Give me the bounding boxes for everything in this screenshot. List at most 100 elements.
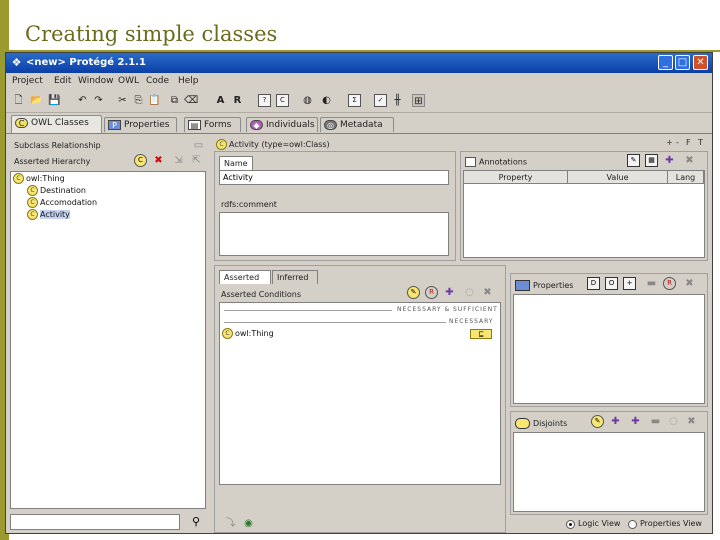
tree-node-accomodation[interactable]: C Accomodation xyxy=(27,197,97,209)
annotation-template-icon[interactable]: ▦ xyxy=(645,154,658,167)
menu-owl[interactable]: OWL xyxy=(118,76,139,86)
main-toolbar: 🗋 📂 💾 ↶ ↷ ✂ ⎘ 📋 ⧉ ⌫ A R ? C ◍ ◐ Σ ✓ ╫ ⊞ xyxy=(6,90,712,113)
cut-icon[interactable]: ✂ xyxy=(116,94,129,107)
class-icon: C xyxy=(27,197,38,208)
close-icon[interactable]: ✕ xyxy=(693,55,708,70)
globe-icon[interactable]: ◍ xyxy=(301,94,314,107)
execute-icon[interactable]: ◉ xyxy=(242,517,255,530)
menu-edit[interactable]: Edit xyxy=(54,76,71,86)
expand-icon[interactable]: ⇲ xyxy=(172,154,185,167)
classes-icon[interactable]: ◐ xyxy=(320,94,333,107)
open-project-icon[interactable]: 📂 xyxy=(30,94,43,107)
properties-view-radio[interactable] xyxy=(628,520,637,529)
add-disjoint-icon[interactable]: ✚ xyxy=(609,415,622,428)
remove-property-icon[interactable]: ▬ xyxy=(645,277,658,290)
name-panel: Name Activity rdfs:comment xyxy=(214,151,456,261)
check-consistency-icon[interactable]: ? xyxy=(258,94,271,107)
annotation-col-value[interactable]: Value xyxy=(568,171,668,184)
add-annotation-icon[interactable]: ✎ xyxy=(627,154,640,167)
menu-bar: Project Edit Window OWL Code Help xyxy=(6,73,712,90)
maximize-icon[interactable]: □ xyxy=(675,55,690,70)
insert-icon[interactable]: ⧉ xyxy=(168,94,181,107)
properties-list xyxy=(513,294,705,404)
undo-icon[interactable]: ↶ xyxy=(76,94,89,107)
menu-code[interactable]: Code xyxy=(146,76,169,86)
remove-all-disjoints-icon[interactable]: ◌ xyxy=(667,415,680,428)
delete-condition-icon[interactable]: ✖ xyxy=(481,286,494,299)
conditions-panel: Asserted Inferred Asserted Conditions ✎ … xyxy=(214,265,506,533)
paste-icon[interactable]: 📋 xyxy=(148,94,161,107)
add-value-icon[interactable]: ✚ xyxy=(663,154,676,167)
protege-app-icon: ❖ xyxy=(11,56,22,69)
remove-condition-icon[interactable]: ◌ xyxy=(463,286,476,299)
delete-annotation-icon[interactable]: ✖ xyxy=(683,154,696,167)
class-name-field[interactable]: Activity xyxy=(219,170,449,185)
delete-property-icon[interactable]: ✖ xyxy=(683,277,696,290)
collapse-panel-icon[interactable]: ▭ xyxy=(192,139,205,152)
subclass-arrow-icon[interactable]: ⤵ xyxy=(224,517,237,530)
class-icon: C xyxy=(27,185,38,196)
create-disjoint-icon[interactable]: ✎ xyxy=(591,415,604,428)
tab-name[interactable]: Name xyxy=(219,156,253,170)
annotation-col-property[interactable]: Property xyxy=(464,171,568,184)
minimize-panel-icon[interactable]: - xyxy=(676,138,679,147)
menu-project[interactable]: Project xyxy=(12,76,43,86)
classify-icon[interactable]: C xyxy=(276,94,289,107)
delete-class-icon[interactable]: ✖ xyxy=(152,154,165,167)
tree-node-destination[interactable]: C Destination xyxy=(27,185,86,197)
remove-disjoint-icon[interactable]: ▬ xyxy=(649,415,662,428)
main-tabs: C OWL Classes P Properties ▤ Forms ◆ Individ… xyxy=(6,115,712,133)
delete-icon[interactable]: ⌫ xyxy=(184,94,198,107)
float-icon[interactable]: F xyxy=(686,138,691,147)
create-datatype-property-icon[interactable]: D xyxy=(587,277,600,290)
checkbox-icon[interactable]: ✓ xyxy=(374,94,387,107)
add-named-class-icon[interactable]: ✚ xyxy=(443,286,456,299)
menu-window[interactable]: Window xyxy=(78,76,114,86)
tab-owl-classes[interactable]: C OWL Classes xyxy=(11,115,102,133)
subclass-badge[interactable]: ⊑ xyxy=(470,329,492,339)
tree-node-owl-thing[interactable]: Cowl:Thing xyxy=(13,173,65,185)
tab-forms[interactable]: ▤ Forms xyxy=(184,117,241,132)
add-all-siblings-icon[interactable]: ✚ xyxy=(629,415,642,428)
save-project-icon[interactable]: 💾 xyxy=(48,94,61,107)
condition-item-owl-thing[interactable]: Cowl:Thing xyxy=(222,328,274,340)
pin-icon[interactable]: + xyxy=(666,138,673,147)
individuals-icon: ◆ xyxy=(250,120,263,130)
graph-icon[interactable]: ⊞ xyxy=(412,94,425,107)
create-subclass-icon[interactable]: C xyxy=(134,154,147,167)
menu-help[interactable]: Help xyxy=(178,76,199,86)
tree-node-activity[interactable]: C Activity xyxy=(27,209,70,221)
add-property-icon[interactable]: + xyxy=(623,277,636,290)
tab-individuals[interactable]: ◆ Individuals xyxy=(246,117,318,132)
collapse-icon[interactable]: ⇱ xyxy=(190,154,203,167)
create-condition-icon[interactable]: ✎ xyxy=(407,286,420,299)
logic-view-radio[interactable] xyxy=(566,520,575,529)
redo-icon[interactable]: ↷ xyxy=(92,94,105,107)
class-search-input[interactable] xyxy=(10,514,180,530)
grid-icon[interactable]: ╫ xyxy=(391,94,404,107)
create-object-property-icon[interactable]: O xyxy=(605,277,618,290)
annotation-col-lang[interactable]: Lang xyxy=(668,171,704,184)
hierarchy-label: Asserted Hierarchy xyxy=(14,157,91,166)
tree-view-icon[interactable]: T xyxy=(698,138,703,147)
new-project-icon[interactable]: 🗋 xyxy=(12,94,25,107)
sum-icon[interactable]: Σ xyxy=(348,94,361,107)
copy-icon[interactable]: ⎘ xyxy=(132,94,145,107)
toolbar-r-button[interactable]: R xyxy=(231,94,244,107)
properties-icon xyxy=(515,280,530,291)
annotations-label-text: Annotations xyxy=(479,157,528,167)
tab-metadata[interactable]: ◎ Metadata xyxy=(320,117,394,132)
add-restriction-icon[interactable]: R xyxy=(425,286,438,299)
class-hierarchy-panel: Subclass Relationship ▭ Asserted Hierarc… xyxy=(10,137,208,533)
comment-textarea[interactable] xyxy=(219,212,449,256)
add-property-restriction-icon[interactable]: R xyxy=(663,277,676,290)
delete-disjoint-icon[interactable]: ✖ xyxy=(685,415,698,428)
tree-node-label: owl:Thing xyxy=(26,174,65,183)
tab-inferred[interactable]: Inferred xyxy=(272,270,318,284)
tab-asserted[interactable]: Asserted xyxy=(219,270,271,284)
forms-icon: ▤ xyxy=(188,120,201,130)
binoculars-icon[interactable]: ⚲ xyxy=(188,514,204,530)
toolbar-a-button[interactable]: A xyxy=(214,94,227,107)
tab-properties[interactable]: P Properties xyxy=(104,117,177,132)
minimize-icon[interactable]: _ xyxy=(658,55,673,70)
